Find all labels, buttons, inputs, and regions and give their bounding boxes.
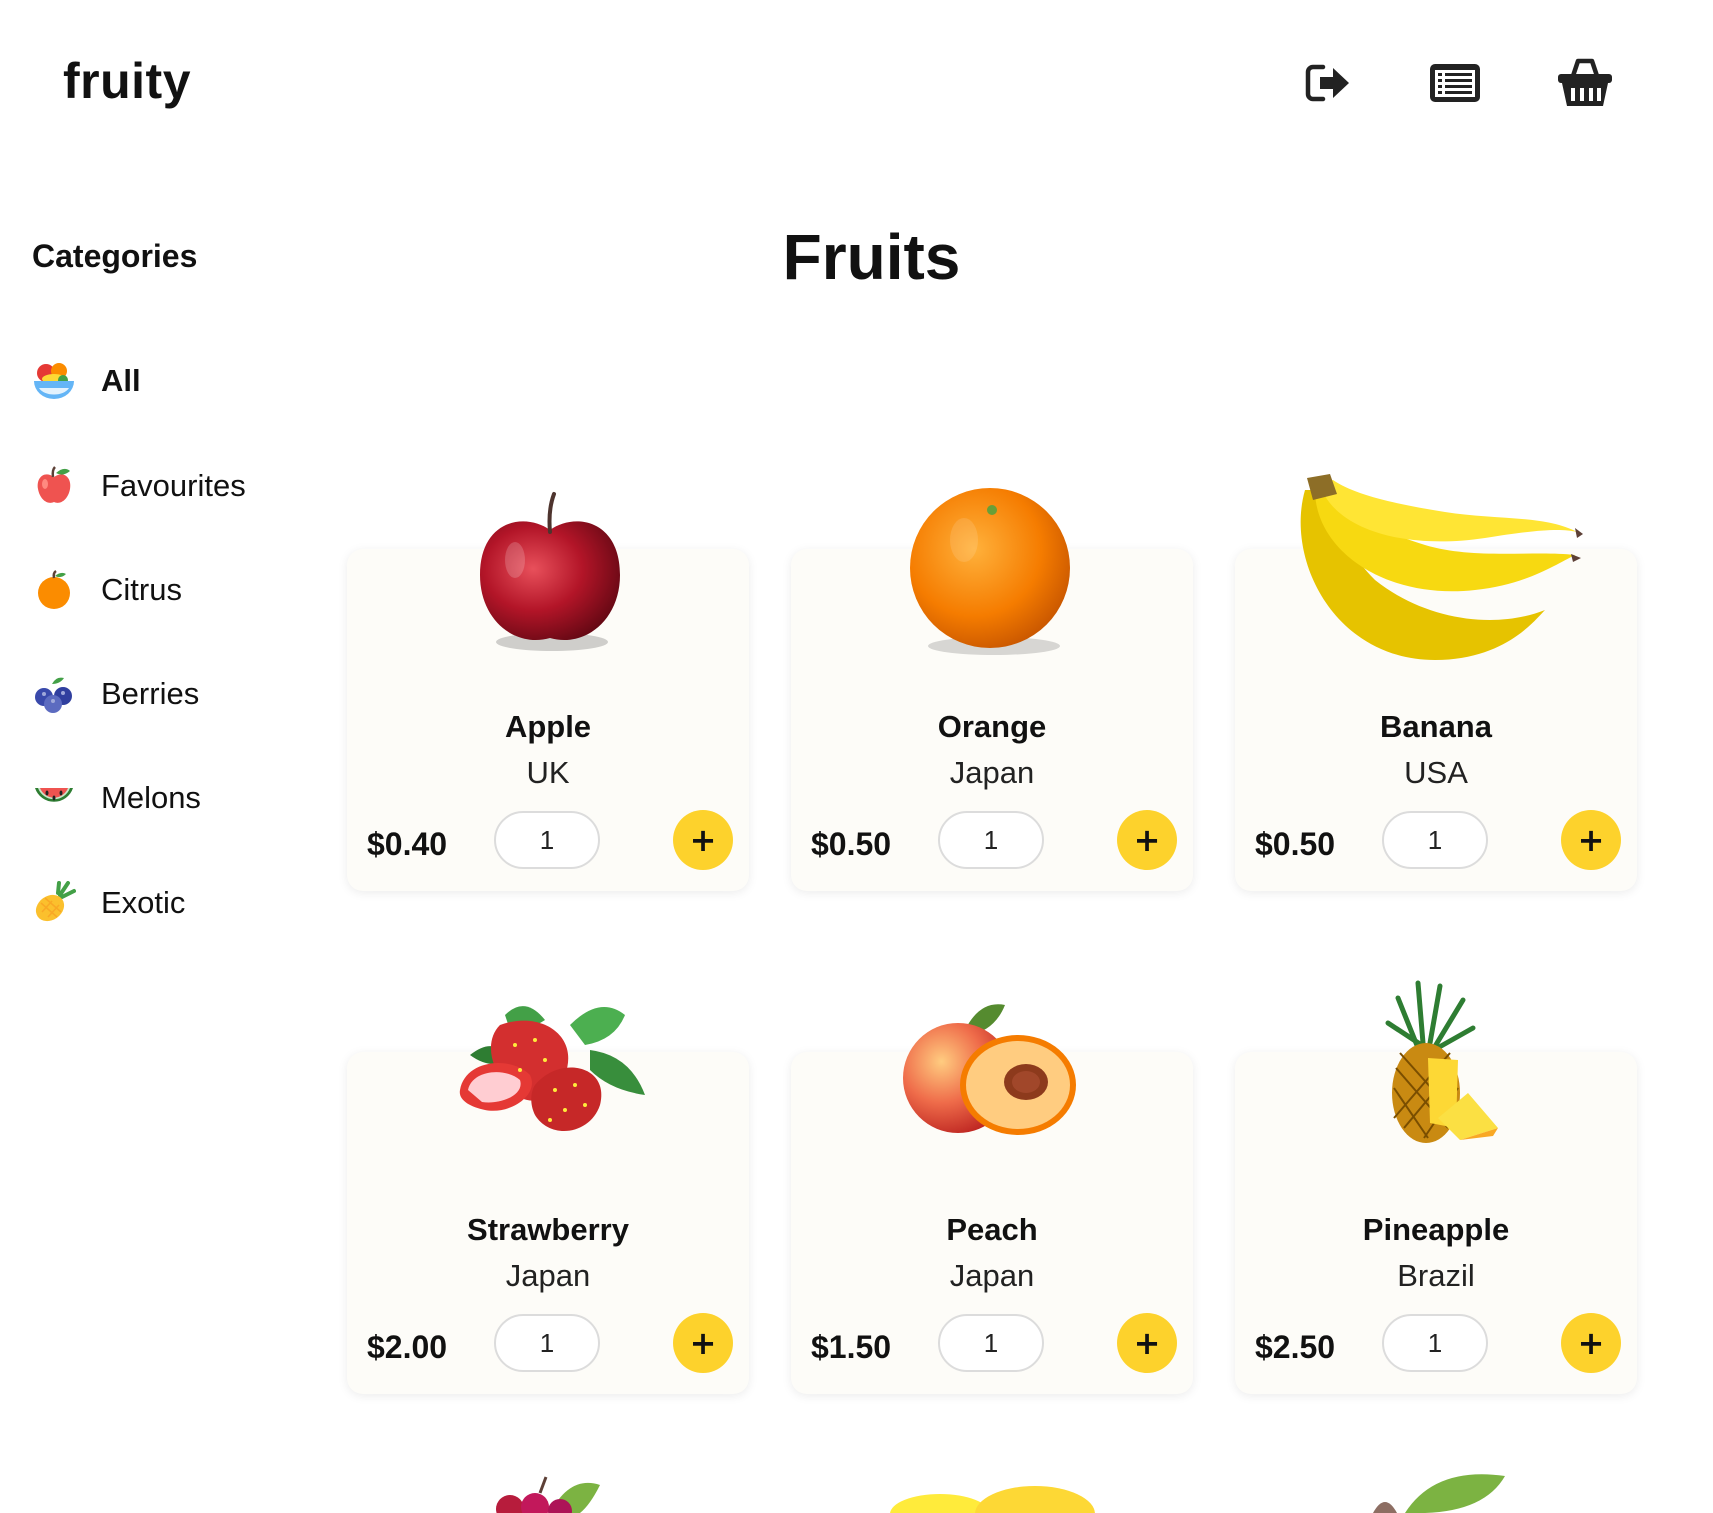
product-name: Banana [1380, 709, 1492, 744]
category-label: Melons [101, 780, 201, 815]
add-to-basket-button[interactable]: + [673, 1313, 733, 1373]
logout-icon [1305, 64, 1349, 102]
category-label: Citrus [101, 572, 182, 607]
banana-image [1300, 474, 1583, 660]
category-item-melons[interactable]: Melons [32, 768, 332, 828]
blueberries-icon [32, 672, 76, 716]
product-price: $0.40 [367, 826, 448, 862]
apple-icon [32, 464, 76, 508]
category-item-berries[interactable]: Berries [32, 664, 332, 724]
product-name: Peach [946, 1212, 1038, 1247]
category-item-all[interactable]: All [32, 351, 332, 411]
product-price: $2.50 [1255, 1329, 1336, 1365]
add-to-basket-button[interactable]: + [1117, 810, 1177, 870]
quantity-input[interactable] [1382, 811, 1488, 869]
product-name: Pineapple [1362, 1212, 1510, 1247]
category-label: Berries [101, 676, 200, 711]
grapes-image [496, 1476, 600, 1513]
add-to-basket-button[interactable]: + [1117, 1313, 1177, 1373]
quantity-input[interactable] [938, 811, 1044, 869]
basket-button[interactable] [1553, 48, 1617, 118]
product-origin: Brazil [1397, 1258, 1475, 1293]
apple-image [480, 492, 620, 651]
lemon-image [890, 1486, 1095, 1513]
category-label: Exotic [101, 885, 186, 920]
product-origin: Japan [949, 755, 1035, 790]
product-name: Orange [937, 709, 1047, 744]
category-item-exotic[interactable]: Exotic [32, 873, 332, 933]
basket-icon [1558, 58, 1612, 106]
page-title: Fruits [782, 221, 961, 293]
watermelon-icon [32, 776, 76, 820]
green-apple-image [1373, 1474, 1505, 1513]
header-actions [0, 48, 1713, 118]
product-origin: Japan [949, 1258, 1035, 1293]
orders-button[interactable] [1423, 48, 1487, 118]
strawberry-image [459, 1006, 645, 1132]
product-origin: UK [526, 755, 570, 790]
category-label: Favourites [101, 468, 246, 503]
product-price: $0.50 [811, 826, 892, 862]
product-price: $1.50 [811, 1329, 892, 1365]
orders-list-icon [1430, 64, 1480, 102]
quantity-input[interactable] [1382, 1314, 1488, 1372]
add-to-basket-button[interactable]: + [673, 810, 733, 870]
quantity-input[interactable] [494, 811, 600, 869]
category-item-favourites[interactable]: Favourites [32, 456, 332, 516]
pineapple-icon [32, 881, 76, 925]
product-price: $0.50 [1255, 826, 1336, 862]
product-origin: USA [1404, 755, 1468, 790]
product-name: Strawberry [467, 1212, 629, 1247]
quantity-input[interactable] [494, 1314, 600, 1372]
peach-image [903, 1004, 1076, 1135]
quantity-input[interactable] [938, 1314, 1044, 1372]
category-item-citrus[interactable]: Citrus [32, 560, 332, 620]
fruit-bowl-icon [32, 359, 76, 403]
orange-icon [32, 568, 76, 612]
product-origin: Japan [505, 1258, 591, 1293]
add-to-basket-button[interactable]: + [1561, 1313, 1621, 1373]
add-to-basket-button[interactable]: + [1561, 810, 1621, 870]
product-price: $2.00 [367, 1329, 448, 1365]
orange-image [910, 488, 1070, 655]
product-name: Apple [504, 709, 592, 744]
logout-button[interactable] [1296, 48, 1360, 118]
category-label: All [101, 363, 141, 398]
pineapple-image [1385, 980, 1498, 1143]
